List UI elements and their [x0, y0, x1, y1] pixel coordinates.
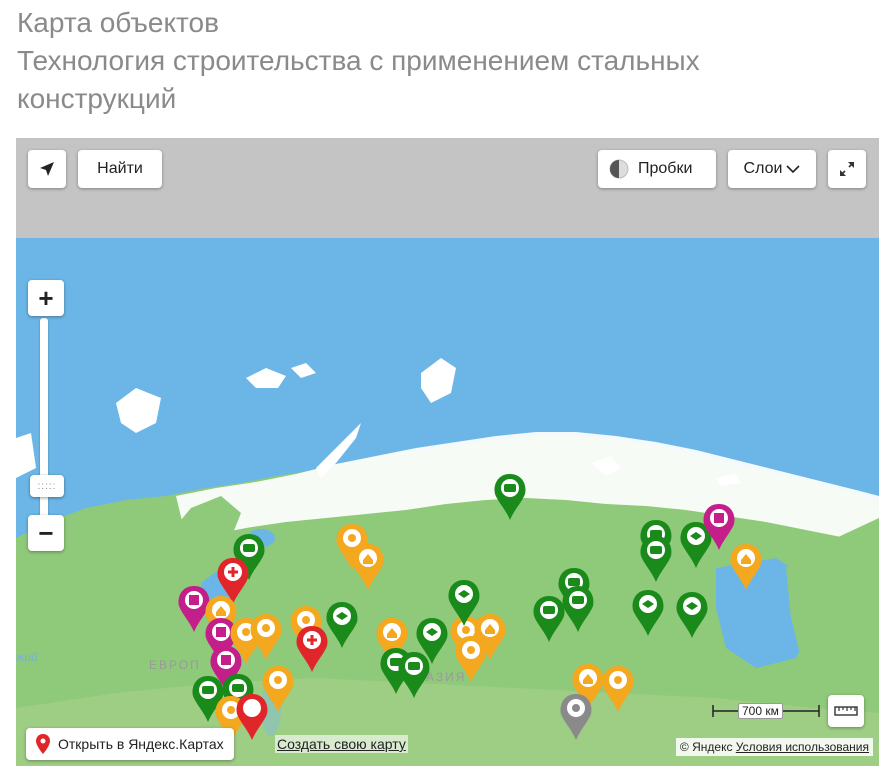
map-pin-green: [398, 652, 430, 698]
map-pin-green: [562, 586, 594, 632]
map-pin-green: [494, 474, 526, 520]
map-pin-green: [676, 592, 708, 638]
map-pin-red: [296, 626, 328, 672]
create-map-link[interactable]: Создать свою карту: [275, 735, 408, 753]
copyright-text: © Яндекс: [679, 740, 733, 754]
layers-button[interactable]: Слои: [728, 150, 816, 188]
title-line-3: конструкций: [17, 83, 177, 114]
map-pin-orange: [262, 666, 294, 712]
fullscreen-icon: [840, 162, 854, 176]
open-in-yandex-button[interactable]: Открыть в Яндекс.Картах: [26, 728, 234, 760]
map-copyright: © Яндекс Условия использования: [675, 738, 873, 756]
terms-link[interactable]: Условия использования: [736, 740, 869, 754]
zoom-out-button[interactable]: −: [28, 515, 64, 551]
find-button-label: Найти: [97, 160, 143, 177]
map-pin-red: [236, 694, 268, 740]
map-pin-orange: [602, 666, 634, 712]
ruler-button[interactable]: [828, 695, 864, 727]
page-title: Карта объектов Технология строительства …: [17, 4, 877, 118]
zoom-in-label: +: [38, 282, 54, 313]
traffic-button-label: Пробки: [638, 160, 693, 177]
title-line-1: Карта объектов: [17, 7, 219, 38]
locate-button[interactable]: [28, 150, 66, 188]
traffic-light-icon: [609, 159, 629, 179]
zoom-out-label: −: [38, 517, 54, 548]
chevron-down-icon: [786, 165, 801, 174]
map-pin-green: [640, 536, 672, 582]
map-pin-orange: [250, 614, 282, 660]
title-line-2: Технология строительства с применением с…: [17, 45, 700, 76]
pins-layer: [178, 474, 762, 742]
map-pin-magenta: [178, 586, 210, 632]
map-pin-orange: [730, 544, 762, 590]
zoom-slider-handle[interactable]: :::::: [30, 475, 64, 497]
layers-button-label: Слои: [743, 160, 783, 177]
map-pin-icon: [36, 734, 50, 754]
open-in-yandex-label: Открыть в Яндекс.Картах: [58, 736, 224, 752]
map-pin-green: [632, 590, 664, 636]
map-pin-orange: [455, 636, 487, 682]
find-button[interactable]: Найти: [78, 150, 162, 188]
fullscreen-button[interactable]: [828, 150, 866, 188]
map-pin-green: [533, 596, 565, 642]
zoom-in-button[interactable]: +: [28, 280, 64, 316]
scale-label: 700 км: [738, 703, 783, 719]
map-pin-gray: [560, 694, 592, 740]
arrow-locate-icon: [40, 162, 54, 176]
traffic-button[interactable]: Пробки: [598, 150, 716, 188]
ruler-icon: [834, 706, 858, 716]
map-pin-green: [326, 602, 358, 648]
map-pin-orange: [352, 544, 384, 590]
yandex-map[interactable]: ЕВРОП АЗИЯ жий Найти Пробки Слои +:::::…: [16, 138, 879, 766]
